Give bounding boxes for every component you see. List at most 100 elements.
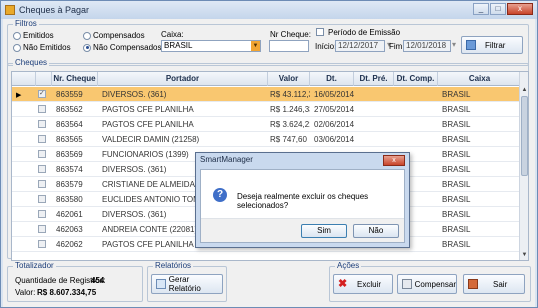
cell-emissao: 16/05/2014 [314, 90, 354, 99]
row-checkbox[interactable] [38, 195, 46, 203]
main-window: Cheques à Pagar _ □ x Filtros Emitidos N… [0, 0, 538, 308]
header-nr-cheque[interactable]: Nr. Cheque [52, 72, 98, 86]
cell-portador: PAGTOS CFE PLANILHA [102, 105, 194, 114]
compensar-label: Compensar [414, 279, 456, 289]
row-checkbox[interactable] [38, 225, 46, 233]
radio-nao-emitidos[interactable]: Não Emitidos [13, 43, 71, 52]
row-checkbox[interactable] [38, 150, 46, 158]
calendar-icon[interactable]: ▾ [452, 40, 456, 49]
relatorios-legend: Relatórios [153, 261, 194, 270]
header-checkbox [36, 72, 52, 86]
radio-emitidos[interactable]: Emitidos [13, 31, 54, 40]
caixa-select[interactable]: BRASIL ▼ [161, 40, 261, 52]
cell-portador: VALDECIR DAMIN (21258) [102, 135, 200, 144]
radio-label: Não Emitidos [23, 43, 71, 52]
row-checkbox[interactable] [38, 120, 46, 128]
cell-caixa: BRASIL [442, 135, 471, 144]
window-title: Cheques à Pagar [19, 5, 90, 15]
cell-nr: 462063 [56, 225, 83, 234]
table-row[interactable]: ▶ ✓ 863559 DIVERSOS. (361) R$ 43.112,34 16/05… [12, 87, 522, 102]
totalizador-legend: Totalizador [13, 261, 56, 270]
radio-compensados[interactable]: Compensados [83, 31, 145, 40]
row-checkbox[interactable] [38, 210, 46, 218]
sair-button[interactable]: Sair [463, 274, 525, 294]
caixa-value: BRASIL [164, 41, 193, 50]
exit-door-icon [468, 279, 478, 289]
cell-nr: 863559 [56, 90, 83, 99]
nr-cheque-input[interactable] [269, 40, 309, 52]
header-dt-emissao[interactable]: Dt. Emissão [310, 72, 354, 97]
gerar-relatorio-button[interactable]: Gerar Relatório [151, 274, 223, 294]
current-row-arrow-icon: ▶ [16, 92, 22, 99]
valor-value: R$ 8.607.334,75 [37, 288, 97, 297]
cell-comp [398, 117, 438, 132]
sim-button[interactable]: Sim [301, 224, 347, 238]
fim-date-input[interactable]: 12/01/2018 [403, 40, 451, 52]
delete-x-icon: ✖ [338, 278, 348, 290]
cell-pre [358, 117, 394, 132]
table-row[interactable]: 863564 PAGTOS CFE PLANILHA R$ 3.624,21 02/0… [12, 117, 522, 132]
scroll-thumb[interactable] [521, 96, 528, 176]
inicio-date-input[interactable]: 12/12/2017 [335, 40, 385, 52]
radio-dot [83, 31, 91, 40]
chevron-down-icon[interactable]: ▼ [251, 41, 260, 51]
cell-valor: R$ 43.112,34 [270, 90, 310, 99]
scroll-up-icon[interactable]: ▲ [520, 86, 528, 95]
cell-caixa: BRASIL [442, 105, 471, 114]
dialog-body: ? Deseja realmente excluir os cheques se… [200, 169, 405, 243]
cheques-legend: Cheques [13, 58, 50, 67]
cell-nr: 863574 [56, 165, 83, 174]
close-button[interactable]: x [507, 3, 533, 15]
cell-nr: 462062 [56, 240, 83, 249]
cell-caixa: BRASIL [442, 240, 471, 249]
row-checkbox[interactable] [38, 180, 46, 188]
minimize-button[interactable]: _ [473, 3, 489, 15]
cell-pre [358, 102, 394, 117]
cell-caixa: BRASIL [442, 195, 471, 204]
report-icon [156, 279, 166, 289]
cell-valor: R$ 1.246,33 [270, 105, 310, 114]
nr-cheque-label: Nr Cheque: [270, 30, 311, 39]
cell-caixa: BRASIL [442, 180, 471, 189]
row-checkbox[interactable] [38, 105, 46, 113]
radio-dot [83, 43, 91, 52]
cell-emissao: 02/06/2014 [314, 120, 354, 129]
cell-portador: PAGTOS CFE PLANILHA [102, 120, 194, 129]
header-caixa[interactable]: Caixa [438, 72, 522, 86]
radio-label: Compensados [93, 31, 145, 40]
header-dt-pre[interactable]: Dt. Pré. [354, 72, 394, 86]
maximize-button[interactable]: □ [490, 3, 506, 15]
header-valor[interactable]: Valor [268, 72, 310, 86]
nao-button[interactable]: Não [353, 224, 399, 238]
cell-comp [398, 132, 438, 147]
filtrar-label: Filtrar [485, 40, 506, 50]
grid-header: Nr. Cheque Portador Valor Dt. Emissão Dt… [12, 72, 522, 97]
dialog-close-button[interactable]: x [383, 155, 405, 166]
filtrar-button[interactable]: Filtrar [461, 36, 523, 54]
radio-label: Não Compensados [93, 43, 162, 52]
excluir-button[interactable]: ✖ Excluir [333, 274, 393, 294]
scroll-down-icon[interactable]: ▼ [520, 251, 528, 260]
row-checkbox[interactable]: ✓ [38, 90, 46, 98]
grid-scrollbar[interactable]: ▲ ▼ [519, 72, 528, 260]
row-checkbox[interactable] [38, 240, 46, 248]
cell-caixa: BRASIL [442, 165, 471, 174]
header-portador[interactable]: Portador [98, 72, 268, 86]
cell-comp [398, 87, 438, 102]
filtros-legend: Filtros [13, 19, 39, 28]
table-row[interactable]: 863562 PAGTOS CFE PLANILHA R$ 1.246,33 27/0… [12, 102, 522, 117]
question-icon: ? [213, 188, 227, 202]
row-checkbox[interactable] [38, 165, 46, 173]
table-row[interactable]: 863565 VALDECIR DAMIN (21258) R$ 747,60 03/… [12, 132, 522, 147]
cell-comp [398, 102, 438, 117]
radio-nao-compensados[interactable]: Não Compensados [83, 43, 161, 52]
periodo-checkbox[interactable] [316, 28, 324, 36]
header-dt-comp[interactable]: Dt. Comp. [394, 72, 438, 86]
row-checkbox[interactable] [38, 135, 46, 143]
radio-dot [13, 31, 21, 40]
inicio-label: Início: [315, 42, 337, 51]
app-icon [5, 5, 15, 15]
title-bar[interactable]: Cheques à Pagar _ □ x [1, 1, 537, 19]
dialog-title: SmartManager [200, 155, 253, 164]
compensar-button[interactable]: Compensar [397, 274, 457, 294]
